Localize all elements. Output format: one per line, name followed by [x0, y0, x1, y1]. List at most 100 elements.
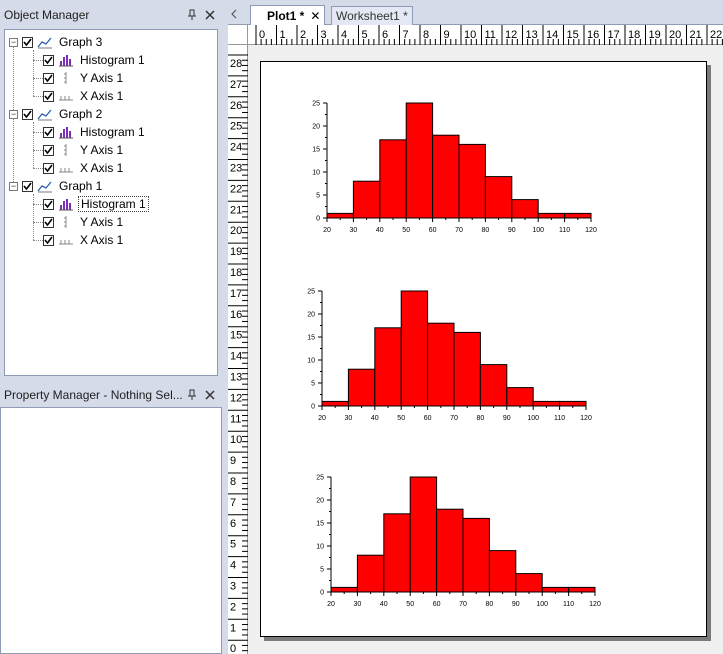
histogram-bar[interactable]	[453, 331, 481, 407]
ruler-label: 16	[587, 29, 599, 41]
histogram-bar[interactable]	[356, 554, 385, 593]
ruler-label: 19	[230, 246, 242, 258]
histogram-checkbox[interactable]	[43, 54, 54, 66]
ruler-label: 20	[230, 225, 242, 237]
histogram-bar[interactable]	[379, 139, 407, 219]
ruler-label: 17	[608, 29, 620, 41]
histogram-bar[interactable]	[559, 400, 587, 407]
x-axis-checkbox[interactable]	[43, 90, 54, 102]
histogram-bar[interactable]	[532, 400, 561, 407]
tree-item-graph-3[interactable]: − Graph 3	[9, 33, 104, 51]
histogram-bar[interactable]	[352, 180, 381, 219]
plot-page[interactable]: 0 5 10 15 20 25 20 30 40 50 60 70 80 90 100 110 120 0 5 10…	[260, 61, 707, 637]
histogram-checkbox[interactable]	[43, 198, 54, 210]
x-tick-label: 90	[508, 227, 516, 234]
y-axis-checkbox[interactable]	[43, 72, 54, 84]
x-axis-checkbox[interactable]	[43, 234, 54, 246]
x-tick-label: 100	[536, 601, 548, 608]
histogram-checkbox[interactable]	[43, 126, 54, 138]
ruler-label: 25	[230, 121, 242, 133]
y-axis-checkbox[interactable]	[43, 216, 54, 228]
tree-item-x-axis[interactable]: X Axis 1	[43, 159, 125, 177]
histogram-bar[interactable]	[374, 327, 402, 407]
graph-2-histogram[interactable]: 0 5 10 15 20 25 20 30 40 50 60 70 80 90 100 110 120	[296, 266, 606, 434]
tree-label: Histogram 1	[80, 125, 145, 139]
histogram-bar[interactable]	[506, 387, 534, 407]
y-tick-label: 10	[316, 544, 324, 551]
histogram-bar[interactable]	[383, 513, 411, 593]
ruler-label: 16	[230, 309, 242, 321]
histogram-bar[interactable]	[436, 508, 464, 593]
ruler-label: 4	[341, 29, 347, 41]
ruler-label: 10	[464, 29, 476, 41]
histogram-bar[interactable]	[326, 212, 354, 219]
histogram-bar[interactable]	[458, 143, 486, 219]
tree-label: Graph 2	[59, 107, 103, 121]
tree-item-graph-1[interactable]: − Graph 1	[9, 177, 104, 195]
plot-workspace[interactable]: 01234567891011121314151617181920212223 2…	[228, 25, 723, 654]
tree-item-histogram[interactable]: Histogram 1	[43, 51, 147, 69]
ruler-label: 11	[485, 29, 496, 41]
histogram-bar[interactable]	[330, 586, 358, 593]
tab-plot1[interactable]: Plot1 * ✕	[250, 5, 326, 25]
histogram-bar[interactable]	[427, 322, 455, 407]
tree-item-histogram[interactable]: Histogram 1	[43, 123, 147, 141]
tree-item-y-axis[interactable]: Y Axis 1	[43, 69, 125, 87]
histogram-bar[interactable]	[511, 199, 539, 219]
x-tick-label: 110	[554, 415, 565, 422]
tab-worksheet1[interactable]: Worksheet1 *	[331, 6, 413, 25]
histogram-bar[interactable]	[564, 212, 592, 219]
graph-2-checkbox[interactable]	[22, 108, 33, 120]
x-tick-label: 120	[589, 601, 601, 608]
y-tick-label: 20	[312, 124, 320, 131]
histogram-bar[interactable]	[400, 290, 429, 407]
histogram-bar[interactable]	[479, 364, 508, 407]
pin-icon[interactable]	[184, 7, 200, 23]
y-axis-icon	[58, 215, 74, 229]
tree-label: X Axis 1	[80, 161, 124, 175]
ruler-label: 21	[690, 29, 702, 41]
collapse-icon[interactable]: −	[9, 109, 18, 119]
histogram-bar[interactable]	[432, 134, 460, 219]
histogram-bar[interactable]	[541, 586, 570, 593]
collapse-icon[interactable]: −	[9, 181, 18, 191]
graph-3-histogram[interactable]: 0 5 10 15 20 25 20 30 40 50 60 70 80 90 100 110 120	[301, 78, 611, 246]
tree-item-graph-2[interactable]: − Graph 2	[9, 105, 104, 123]
close-icon[interactable]	[202, 387, 218, 403]
y-axis-checkbox[interactable]	[43, 144, 54, 156]
y-axis-icon	[58, 143, 74, 157]
tab-scroll-left-icon[interactable]	[230, 8, 240, 22]
histogram-bar[interactable]	[484, 176, 513, 219]
histogram-bar[interactable]	[321, 400, 349, 407]
histogram-bar[interactable]	[409, 476, 438, 593]
histogram-bar[interactable]	[488, 550, 517, 593]
tree-item-histogram-selected[interactable]: Histogram 1	[43, 195, 149, 213]
tree-item-y-axis[interactable]: Y Axis 1	[43, 213, 125, 231]
collapse-icon[interactable]: −	[9, 37, 18, 47]
tab-close-icon[interactable]: ✕	[310, 9, 320, 23]
histogram-bar[interactable]	[568, 586, 596, 593]
x-axis-checkbox[interactable]	[43, 162, 54, 174]
y-tick-label: 25	[307, 289, 315, 296]
close-icon[interactable]	[202, 7, 218, 23]
ruler-label: 13	[526, 29, 538, 41]
graph-1-histogram[interactable]: 0 5 10 15 20 25 20 30 40 50 60 70 80 90 100 110 120	[305, 452, 615, 620]
y-tick-label: 15	[312, 147, 320, 154]
graph-1-checkbox[interactable]	[22, 180, 33, 192]
histogram-bar[interactable]	[537, 212, 566, 219]
histogram-bar[interactable]	[405, 102, 434, 219]
tree-item-x-axis[interactable]: X Axis 1	[43, 87, 125, 105]
x-tick-label: 50	[406, 601, 414, 608]
histogram-bar[interactable]	[462, 517, 490, 593]
histogram-bar[interactable]	[515, 573, 543, 593]
y-tick-label: 10	[312, 170, 320, 177]
graph-3-checkbox[interactable]	[22, 36, 33, 48]
tree-item-y-axis[interactable]: Y Axis 1	[43, 141, 125, 159]
x-tick-label: 50	[402, 227, 410, 234]
tree-item-x-axis[interactable]: X Axis 1	[43, 231, 125, 249]
x-tick-label: 40	[380, 601, 388, 608]
x-tick-label: 110	[563, 601, 574, 608]
pin-icon[interactable]	[184, 387, 200, 403]
histogram-bar[interactable]	[347, 368, 376, 407]
x-tick-label: 50	[397, 415, 405, 422]
